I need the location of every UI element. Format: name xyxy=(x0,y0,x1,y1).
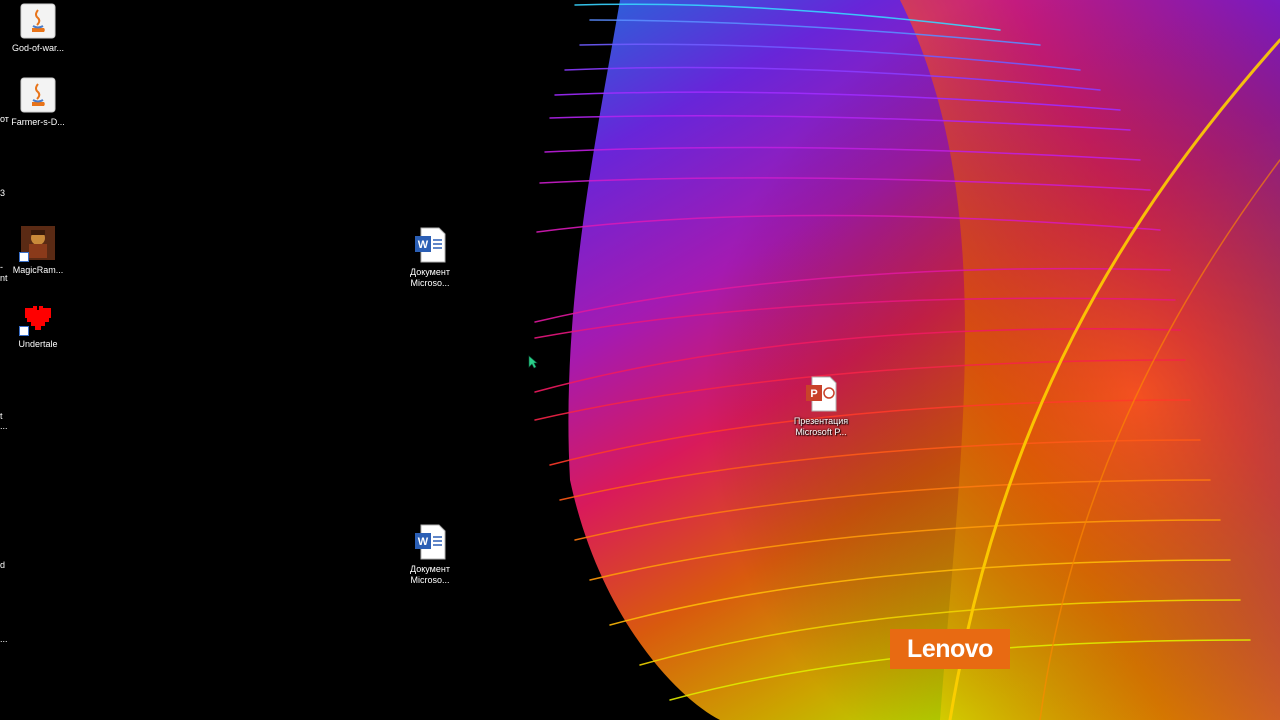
desktop-icon-label: Undertale xyxy=(18,339,58,349)
clipped-icon-label[interactable]: от xyxy=(0,114,9,125)
desktop[interactable]: God-of-war... Farmer-s-D... MagicRam... xyxy=(0,0,1280,720)
wallpaper-feather xyxy=(534,0,1280,720)
desktop-icon-label: Документ Microso... xyxy=(410,267,450,288)
desktop-icon-farmer[interactable]: Farmer-s-D... xyxy=(0,76,76,128)
clipped-icon-label[interactable]: - xyxy=(0,262,3,273)
word-document-icon: W xyxy=(411,226,449,264)
clipped-icon-label[interactable]: nt xyxy=(0,273,8,284)
svg-text:W: W xyxy=(418,239,429,251)
desktop-icon-label: Farmer-s-D... xyxy=(11,117,65,127)
desktop-icon-label: Документ Microso... xyxy=(410,564,450,585)
powerpoint-document-icon: P xyxy=(802,375,840,413)
desktop-icon-undertale[interactable]: Undertale xyxy=(0,298,76,350)
desktop-icon-powerpoint[interactable]: P Презентация Microsoft P... xyxy=(783,375,859,438)
desktop-icon-word-doc-1[interactable]: W Документ Microso... xyxy=(392,226,468,289)
desktop-icon-word-doc-2[interactable]: W Документ Microso... xyxy=(392,523,468,586)
clipped-icon-label[interactable]: ... xyxy=(0,421,8,432)
svg-text:W: W xyxy=(418,536,429,548)
desktop-icon-label: God-of-war... xyxy=(11,43,65,53)
lenovo-logo-text: Lenovo xyxy=(907,634,993,663)
game-shortcut-icon xyxy=(19,224,57,262)
mouse-cursor-icon xyxy=(528,355,538,369)
heart-shortcut-icon xyxy=(19,298,57,336)
desktop-icon-label: MagicRam... xyxy=(12,265,64,275)
shortcut-arrow-icon xyxy=(19,326,29,336)
clipped-icon-label[interactable]: ... xyxy=(0,634,8,645)
svg-text:P: P xyxy=(810,388,817,400)
clipped-icon-label[interactable]: d xyxy=(0,560,5,571)
desktop-icon-god-of-war[interactable]: God-of-war... xyxy=(0,2,76,54)
lenovo-logo: Lenovo xyxy=(890,629,1010,669)
clipped-icon-label[interactable]: 3 xyxy=(0,188,5,199)
desktop-icon-label: Презентация Microsoft P... xyxy=(793,416,849,437)
java-jar-icon xyxy=(19,76,57,114)
shortcut-arrow-icon xyxy=(19,252,29,262)
desktop-icon-magicram[interactable]: MagicRam... xyxy=(0,224,76,276)
java-jar-icon xyxy=(19,2,57,40)
word-document-icon: W xyxy=(411,523,449,561)
